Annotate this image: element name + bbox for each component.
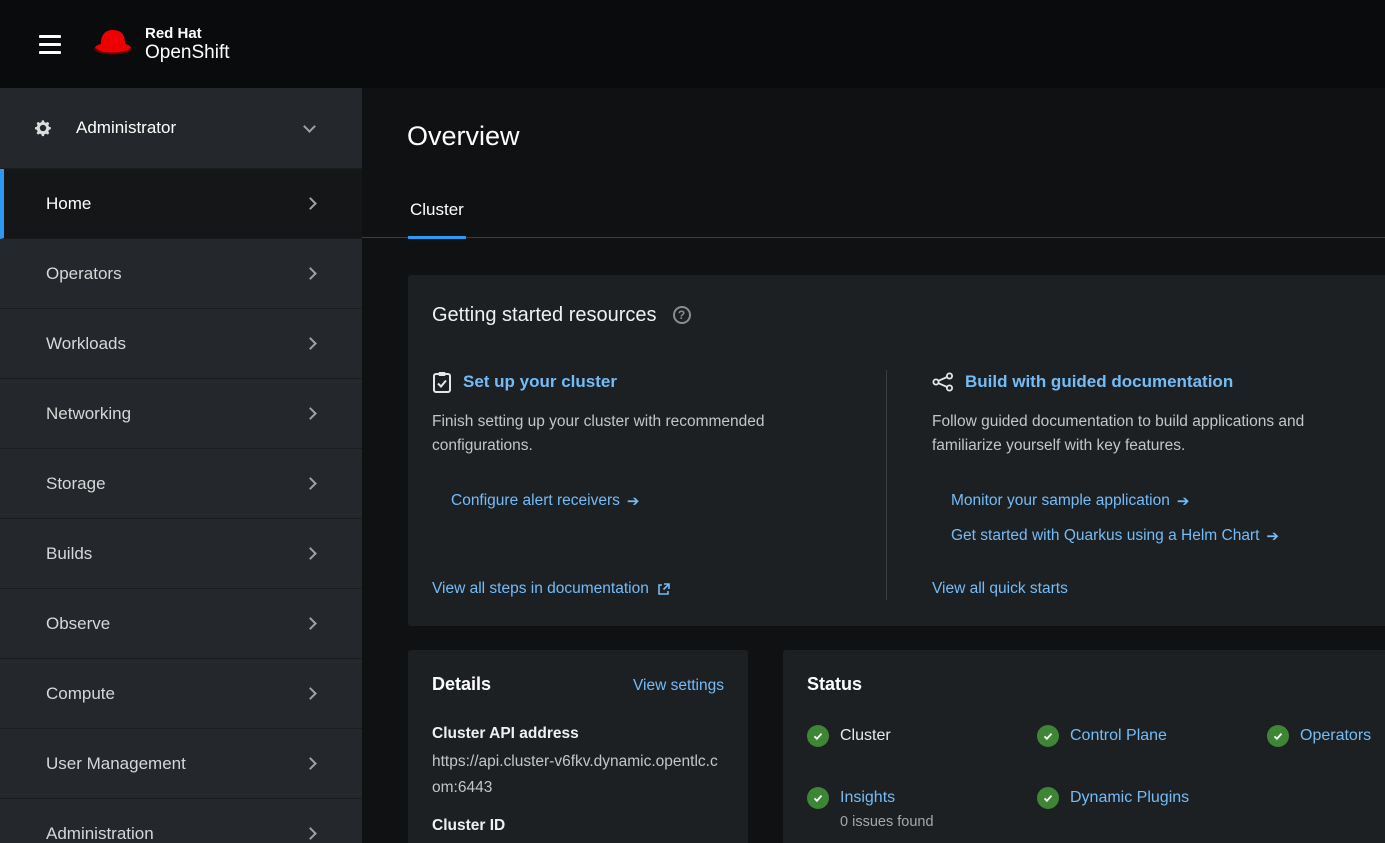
sidebar-item-user-management[interactable]: User Management	[0, 729, 362, 799]
masthead: Red Hat OpenShift	[0, 0, 1385, 88]
status-item-operators: Operators	[1267, 725, 1385, 747]
perspective-label: Administrator	[76, 118, 305, 138]
chevron-right-icon	[304, 477, 317, 490]
view-all-quick-starts-link[interactable]: View all quick starts	[932, 578, 1385, 600]
build-guided-docs-link[interactable]: Build with guided documentation	[965, 372, 1233, 392]
monitor-sample-app-link[interactable]: Monitor your sample application ➔	[932, 490, 1385, 512]
insights-issues-count: 0 issues found	[840, 814, 934, 830]
setup-cluster-column: Set up your cluster Finish setting up yo…	[432, 370, 887, 600]
sidebar-item-administration[interactable]: Administration	[0, 799, 362, 843]
check-circle-icon	[807, 787, 829, 809]
view-all-steps-link[interactable]: View all steps in documentation	[432, 578, 836, 600]
sidebar-item-observe[interactable]: Observe	[0, 589, 362, 659]
chevron-right-icon	[304, 197, 317, 210]
sidebar-item-workloads[interactable]: Workloads	[0, 309, 362, 379]
status-item-cluster: Cluster	[807, 725, 1037, 747]
quarkus-helm-chart-link[interactable]: Get started with Quarkus using a Helm Ch…	[932, 525, 1385, 547]
operators-link[interactable]: Operators	[1300, 725, 1371, 747]
chevron-right-icon	[304, 757, 317, 770]
clipboard-check-icon	[432, 371, 452, 393]
cluster-api-address-label: Cluster API address	[432, 725, 724, 743]
brand-line1: Red Hat	[145, 25, 230, 42]
control-plane-link[interactable]: Control Plane	[1070, 725, 1167, 747]
setup-cluster-body: Finish setting up your cluster with reco…	[432, 410, 836, 458]
setup-cluster-link[interactable]: Set up your cluster	[463, 372, 617, 392]
getting-started-card: Getting started resources ? Set	[408, 275, 1385, 626]
insights-link[interactable]: Insights	[840, 789, 895, 806]
help-icon[interactable]: ?	[673, 306, 691, 324]
configure-alert-receivers-link[interactable]: Configure alert receivers ➔	[432, 490, 836, 512]
check-circle-icon	[1037, 787, 1059, 809]
guided-documentation-icon	[932, 372, 954, 392]
sidebar-nav: Administrator Home Operators Workloads N…	[0, 88, 362, 843]
sidebar-items: Home Operators Workloads Networking Stor…	[0, 168, 362, 843]
chevron-right-icon	[304, 547, 317, 560]
arrow-right-icon: ➔	[1177, 492, 1190, 510]
arrow-right-icon: ➔	[627, 492, 640, 510]
check-circle-icon	[1267, 725, 1289, 747]
tab-cluster[interactable]: Cluster	[408, 200, 466, 239]
guided-docs-body: Follow guided documentation to build app…	[932, 410, 1372, 458]
status-title: Status	[807, 674, 862, 695]
sidebar-item-storage[interactable]: Storage	[0, 449, 362, 519]
sidebar-item-operators[interactable]: Operators	[0, 239, 362, 309]
redhat-openshift-logo: Red Hat OpenShift	[91, 25, 230, 64]
main-content: Overview Cluster Getting started resourc…	[362, 88, 1385, 843]
check-circle-icon	[1037, 725, 1059, 747]
brand-line2: OpenShift	[145, 42, 230, 64]
details-title: Details	[432, 674, 491, 695]
chevron-right-icon	[304, 267, 317, 280]
guided-documentation-column: Build with guided documentation Follow g…	[887, 370, 1385, 600]
getting-started-title: Getting started resources	[432, 304, 657, 327]
status-card: Status View alerts Cluster	[783, 650, 1385, 843]
sidebar-item-home[interactable]: Home	[0, 169, 362, 239]
gear-icon	[33, 118, 53, 138]
nav-toggle-button[interactable]	[33, 29, 67, 60]
chevron-right-icon	[304, 827, 317, 840]
chevron-right-icon	[304, 407, 317, 420]
check-circle-icon	[807, 725, 829, 747]
view-settings-link[interactable]: View settings	[633, 677, 724, 695]
hamburger-icon	[39, 35, 61, 38]
arrow-right-icon: ➔	[1266, 527, 1279, 545]
details-card: Details View settings Cluster API addres…	[408, 650, 748, 843]
chevron-right-icon	[304, 687, 317, 700]
status-item-dynamic-plugins: Dynamic Plugins	[1037, 787, 1267, 830]
sidebar-item-builds[interactable]: Builds	[0, 519, 362, 589]
status-item-control-plane: Control Plane	[1037, 725, 1267, 747]
cluster-api-address-value: https://api.cluster-v6fkv.dynamic.opentl…	[432, 749, 724, 801]
red-fedora-icon	[91, 27, 135, 61]
sidebar-item-compute[interactable]: Compute	[0, 659, 362, 729]
chevron-right-icon	[304, 617, 317, 630]
page-title: Overview	[407, 118, 1385, 154]
status-item-insights: Insights 0 issues found	[807, 787, 1037, 830]
overview-tabs: Cluster	[362, 200, 1385, 238]
external-link-icon	[657, 583, 670, 596]
perspective-switcher[interactable]: Administrator	[0, 102, 362, 154]
dynamic-plugins-link[interactable]: Dynamic Plugins	[1070, 787, 1189, 809]
cluster-id-label: Cluster ID	[432, 817, 724, 835]
chevron-down-icon	[303, 120, 316, 133]
chevron-right-icon	[304, 337, 317, 350]
sidebar-item-networking[interactable]: Networking	[0, 379, 362, 449]
